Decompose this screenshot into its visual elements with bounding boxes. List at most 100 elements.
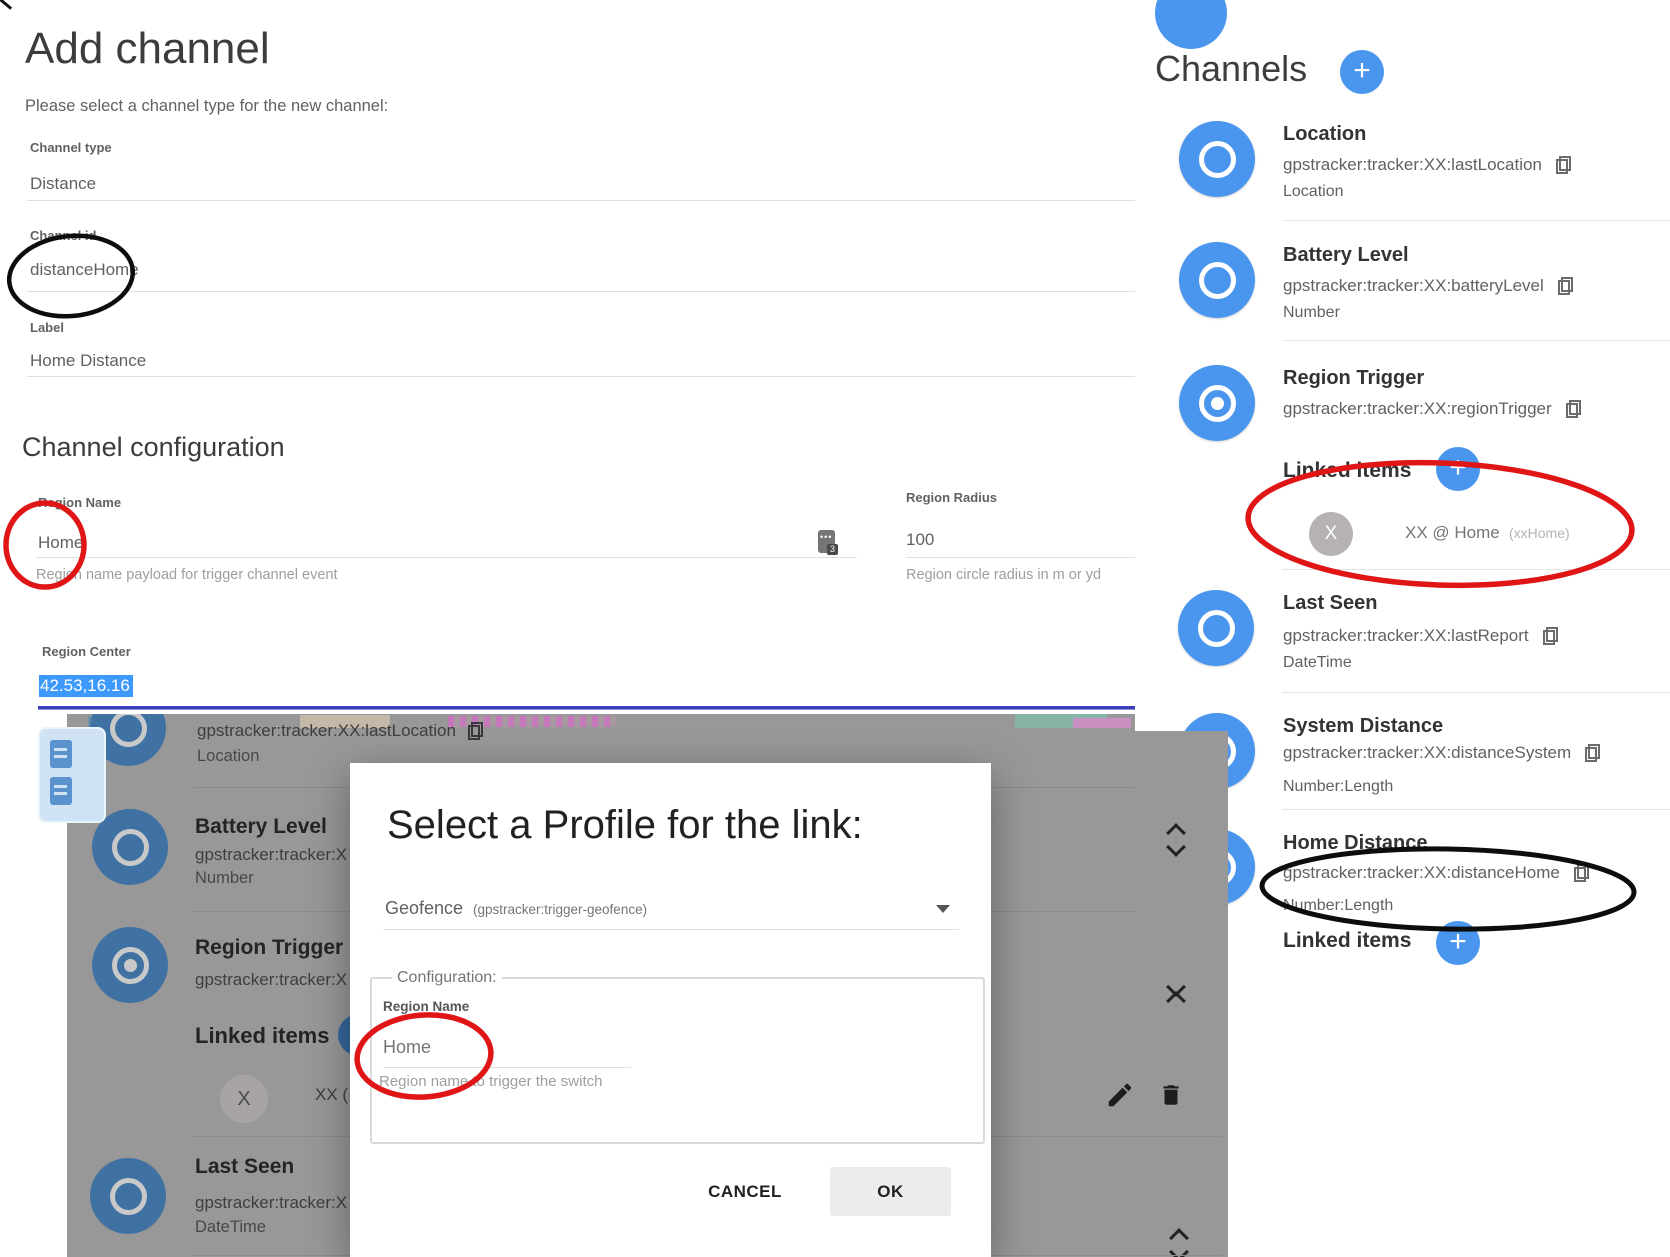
channel-uid: gpstracker:tracker:XX:batteryLevel <box>1283 276 1544 296</box>
region-name-hint: Region name payload for trigger channel … <box>36 567 337 583</box>
region-radius-input[interactable]: 100 <box>906 530 934 550</box>
divider <box>36 557 857 558</box>
region-name-label: Region Name <box>383 999 469 1014</box>
channel-state-icon[interactable] <box>1179 242 1255 318</box>
channel-title: Region Trigger <box>195 936 343 960</box>
map-button-bottom[interactable] <box>50 777 72 805</box>
region-center-label: Region Center <box>42 644 131 659</box>
copy-icon[interactable] <box>1558 277 1573 295</box>
configuration-legend: Configuration: <box>392 969 502 987</box>
linked-item-avatar: X <box>1309 512 1353 556</box>
divider <box>27 376 1135 377</box>
linked-item-text: XX ( <box>315 1085 348 1105</box>
add-linked-item-button[interactable]: + <box>1436 447 1480 491</box>
autofill-icon[interactable]: ••• 3 <box>818 530 835 553</box>
region-center-input[interactable]: 42.53,16.16 <box>39 676 133 696</box>
region-name-input[interactable]: Home <box>38 533 83 553</box>
copy-icon[interactable] <box>1574 864 1589 882</box>
dialog-title: Select a Profile for the link: <box>387 803 863 848</box>
region-name-label: Region Name <box>38 495 121 510</box>
unfold-more-icon[interactable] <box>1165 824 1191 854</box>
channel-type: DateTime <box>195 1218 266 1237</box>
channels-heading: Channels <box>1155 48 1307 90</box>
channel-type: Number <box>195 869 254 888</box>
channel-uid: gpstracker:tracker:XX:lastLocation <box>197 721 456 741</box>
form-subtitle: Please select a channel type for the new… <box>25 97 388 116</box>
unfold-more-icon[interactable] <box>1168 1229 1194 1257</box>
copy-icon <box>468 722 483 740</box>
dialog-backdrop[interactable] <box>1135 731 1228 1257</box>
divider <box>1135 1136 1222 1137</box>
label-field[interactable]: Home Distance <box>30 351 146 371</box>
chevron-down-icon <box>936 905 950 913</box>
linked-item-text: XX @ Home <box>1405 523 1500 543</box>
channel-type: DateTime <box>1283 654 1352 672</box>
edit-icon[interactable] <box>1105 1080 1135 1110</box>
configuration-fieldset: Configuration: Region Name Home Region n… <box>370 969 985 1144</box>
channel-state-icon <box>90 1158 166 1234</box>
channel-state-icon[interactable] <box>1179 121 1255 197</box>
channel-title: Home Distance <box>1283 832 1428 855</box>
channel-uid: gpstracker:tracker:XX:distanceSystem <box>1283 743 1571 763</box>
channel-type: Location <box>1283 183 1344 201</box>
linked-item-sub: (xxHome) <box>1509 525 1570 541</box>
channel-state-icon-selected[interactable] <box>1179 365 1255 441</box>
divider <box>906 557 1135 558</box>
divider <box>383 1067 631 1068</box>
channel-type: Number:Length <box>1283 778 1393 796</box>
divider <box>1283 220 1670 221</box>
corner-mark <box>0 0 12 10</box>
channel-id-field[interactable]: distanceHome <box>30 260 139 280</box>
copy-icon[interactable] <box>1543 627 1558 645</box>
channel-uid: gpstracker:tracker:X <box>195 970 347 990</box>
region-name-input[interactable]: Home <box>383 1037 431 1058</box>
channel-title: Location <box>1283 123 1366 146</box>
divider <box>1283 340 1670 341</box>
channel-type-label: Channel type <box>30 140 112 155</box>
map-fragment <box>1073 718 1131 728</box>
channel-uid: gpstracker:tracker:XX:lastLocation <box>1283 155 1542 175</box>
add-linked-item-button[interactable]: + <box>1436 921 1480 965</box>
copy-icon[interactable] <box>1566 400 1581 418</box>
add-channel-button[interactable]: + <box>1340 50 1384 94</box>
profile-select[interactable]: Geofence (gpstracker:trigger-geofence) <box>383 893 959 929</box>
linked-item-avatar: X <box>220 1075 268 1123</box>
channel-title: System Distance <box>1283 715 1443 738</box>
channel-uid: gpstracker:tracker:XX:distanceHome <box>1283 863 1560 883</box>
channel-title: Region Trigger <box>1283 367 1424 390</box>
cancel-button[interactable]: CANCEL <box>690 1167 800 1216</box>
channel-state-icon <box>92 927 168 1003</box>
linked-item-row[interactable]: X XX @ Home (xxHome) <box>1309 512 1669 556</box>
divider <box>27 291 1135 292</box>
copy-icon[interactable] <box>1585 744 1600 762</box>
copy-icon[interactable] <box>1556 156 1571 174</box>
config-heading: Channel configuration <box>22 432 285 463</box>
linked-items-heading: Linked items <box>1283 459 1411 483</box>
linked-items-heading: Linked items <box>195 1023 329 1049</box>
channel-title: Last Seen <box>195 1155 294 1179</box>
focused-underline <box>38 706 1135 710</box>
profile-select-value: Geofence <box>385 898 463 919</box>
channel-state-icon[interactable] <box>1178 590 1254 666</box>
partial-avatar <box>1155 0 1227 49</box>
channel-title: Last Seen <box>1283 592 1377 615</box>
label-label: Label <box>30 320 64 335</box>
unfold-less-icon[interactable] <box>1165 978 1191 1008</box>
region-radius-hint: Region circle radius in m or yd <box>906 567 1101 583</box>
region-name-hint: Region name to trigger the switch <box>379 1073 602 1090</box>
page-title: Add channel <box>25 24 270 74</box>
channel-title: Battery Level <box>1283 244 1409 267</box>
profile-dialog: Select a Profile for the link: Geofence … <box>350 763 991 1257</box>
divider <box>1282 809 1670 810</box>
channel-uid: gpstracker:tracker:XX:regionTrigger <box>1283 399 1552 419</box>
channel-uid: gpstracker:tracker:XX:lastReport <box>1283 626 1529 646</box>
channel-type-field[interactable]: Distance <box>30 174 96 194</box>
channel-type: Number:Length <box>1283 897 1393 915</box>
channel-title: Battery Level <box>195 815 327 839</box>
channel-uid: gpstracker:tracker:X <box>195 1193 347 1213</box>
ok-button[interactable]: OK <box>830 1167 951 1216</box>
map-zoom-control[interactable] <box>38 727 106 823</box>
divider <box>1282 569 1670 570</box>
delete-icon[interactable] <box>1158 1082 1184 1108</box>
map-button-top[interactable] <box>50 740 72 768</box>
